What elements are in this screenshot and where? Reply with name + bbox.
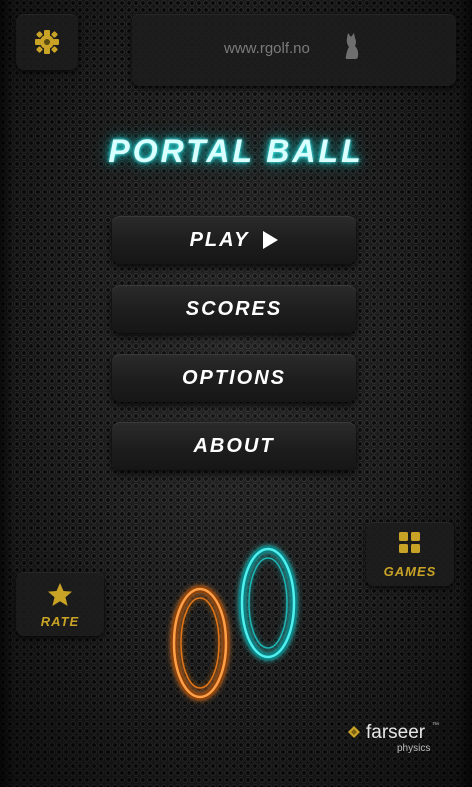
game-title: PORTAL BALL <box>108 133 364 169</box>
farseer-physics-logo[interactable]: farseer ™ physics <box>344 722 454 756</box>
rate-button[interactable]: RATE <box>16 572 104 636</box>
grid-icon <box>399 532 420 553</box>
scores-label: SCORES <box>185 297 283 320</box>
farseer-name: farseer <box>366 722 426 743</box>
farseer-subtitle: physics <box>397 743 431 754</box>
about-button[interactable]: ABOUT <box>112 422 356 470</box>
farseer-trademark: ™ <box>432 722 439 729</box>
orange-portal <box>170 585 230 701</box>
games-label: GAMES <box>383 564 437 579</box>
scores-button[interactable]: SCORES <box>112 285 356 333</box>
cat-icon <box>345 33 359 59</box>
right-edge-shade <box>458 0 472 787</box>
play-label: PLAY <box>189 228 250 251</box>
options-label: OPTIONS <box>181 366 286 389</box>
options-button[interactable]: OPTIONS <box>112 354 356 402</box>
farseer-diamond-icon <box>348 726 360 738</box>
settings-button[interactable] <box>16 14 78 70</box>
games-button[interactable]: GAMES <box>366 522 454 586</box>
website-banner[interactable]: www.rgolf.no <box>132 14 456 86</box>
website-url[interactable]: www.rgolf.no <box>224 40 310 57</box>
portals-illustration <box>170 545 298 701</box>
star-icon <box>48 583 72 606</box>
about-label: ABOUT <box>193 434 275 457</box>
play-arrow-icon <box>263 231 279 249</box>
play-button[interactable]: PLAY <box>112 216 356 264</box>
left-edge-shade <box>0 0 14 787</box>
cyan-portal <box>238 545 298 661</box>
gear-icon <box>35 30 59 54</box>
rate-label: RATE <box>40 614 80 629</box>
